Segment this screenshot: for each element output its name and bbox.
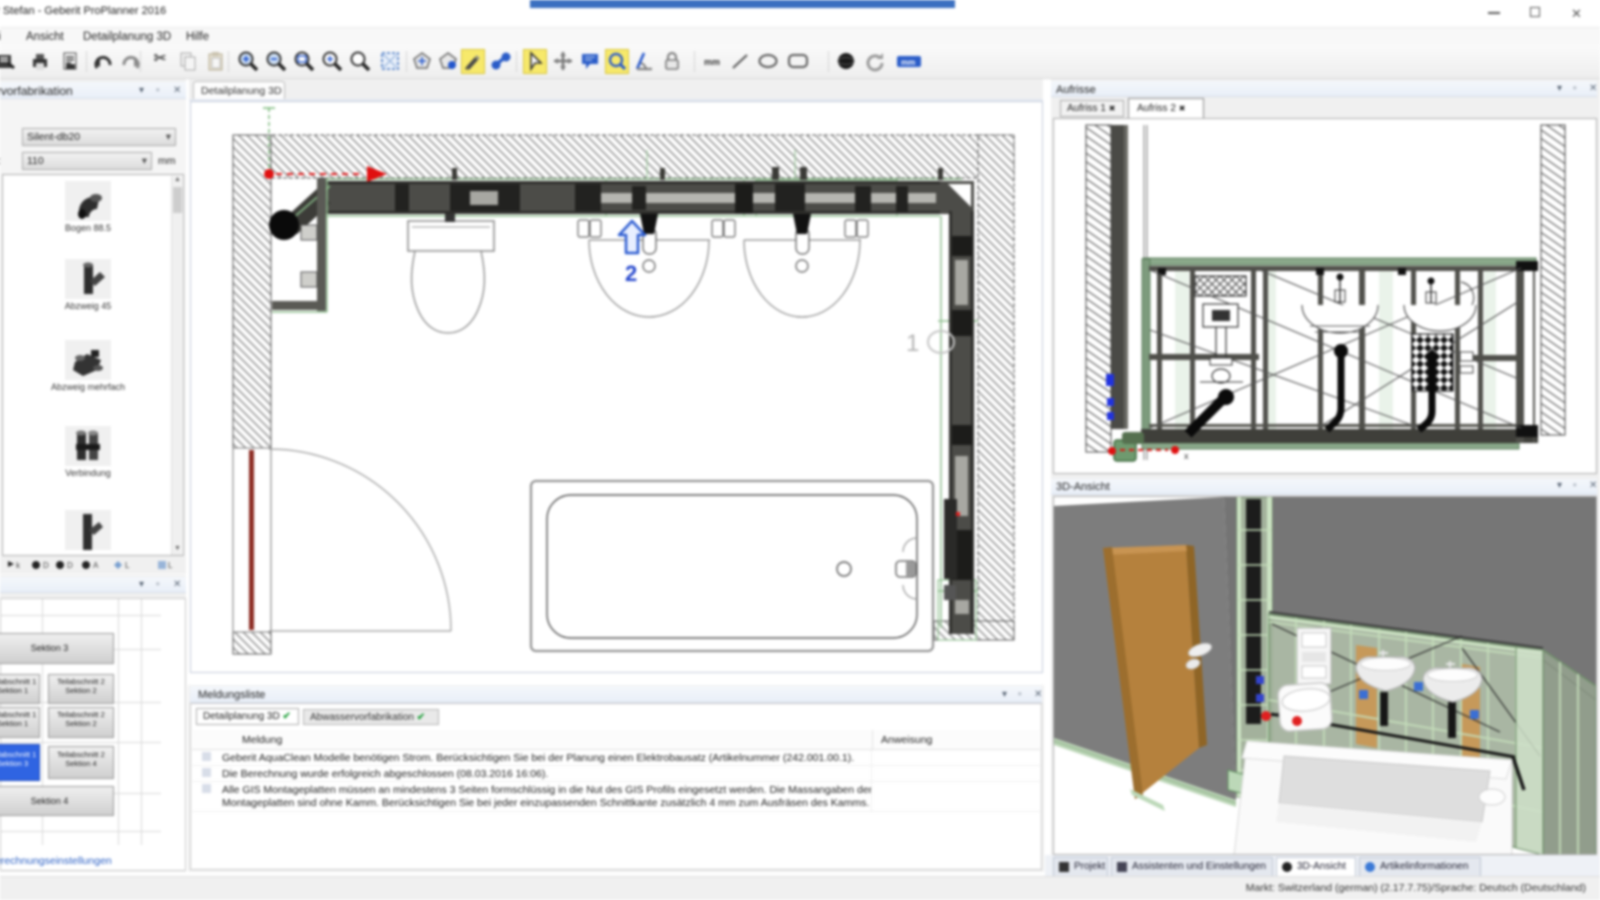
svg-text:1: 1 [906,330,919,357]
svg-text:k: k [16,561,21,570]
svg-text:L: L [125,561,130,570]
svg-text:L: L [168,561,173,570]
svg-text:2: 2 [625,261,637,286]
svg-text:x: x [1184,451,1189,461]
svg-text:D: D [67,561,73,570]
svg-text:D: D [43,561,49,570]
svg-text:mm: mm [901,58,915,67]
svg-text:A: A [93,561,99,570]
